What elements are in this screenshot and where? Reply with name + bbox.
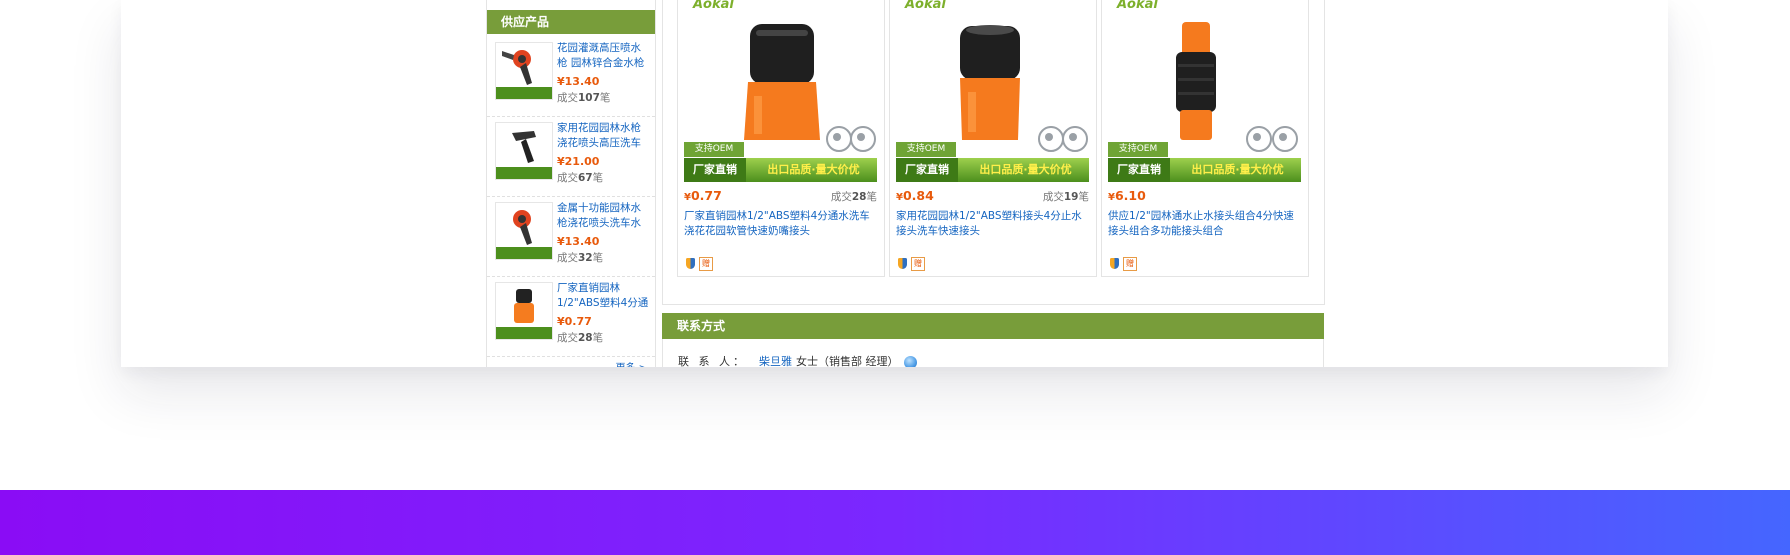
oem-tag: 支持OEM	[1108, 142, 1168, 157]
sidebar-product-deals: 成交67笔	[557, 172, 604, 184]
sidebar-product-title[interactable]: 厂家直销园林1/2"ABS塑料4分通水	[557, 281, 651, 311]
spray-gun-icon	[496, 50, 552, 99]
product-image[interactable]: Aokal 支持OEM 厂家直销 出口品质·量大价优	[896, 0, 1089, 182]
sidebar-product-price: ¥13.40	[557, 235, 600, 248]
product-deals: 成交28笔	[830, 191, 877, 203]
product-title[interactable]: 厂家直销园林1/2"ABS塑料4分通水洗车浇花花园软管快速奶嘴接头	[684, 209, 880, 239]
contact-info: 联 系 人： 柴旦雅 女士（销售部 经理）	[662, 339, 1324, 367]
product-image[interactable]: Aokal 支持OEM 厂家直销 出口品质·量大价优	[1108, 0, 1301, 182]
contact-label: 联 系 人：	[678, 355, 747, 367]
sidebar-product-title[interactable]: 金属十功能园林水枪浇花喷头洗车水	[557, 201, 651, 231]
product-grid-panel: Aokal 支持OEM 厂家直销 出口品质·量大价优 ¥0.77 成交28笔 厂…	[662, 0, 1325, 305]
more-link[interactable]: 更多 >	[615, 359, 647, 367]
oem-tag: 支持OEM	[684, 142, 744, 157]
iso-cert-icon	[826, 126, 852, 152]
trust-shield-icon	[686, 258, 695, 269]
certification-seal-icon	[1272, 126, 1298, 152]
certification-seal-icon	[850, 126, 876, 152]
oem-tag: 支持OEM	[896, 142, 956, 157]
sidebar-product-deals: 成交107笔	[557, 92, 611, 104]
sidebar-product-title[interactable]: 花园灌溉高压喷水枪 园林锌合金水枪	[557, 41, 651, 71]
product-title[interactable]: 家用花园园林1/2"ABS塑料接头4分止水接头洗车快速接头	[896, 209, 1092, 239]
gift-badge: 赠	[699, 256, 713, 271]
product-card[interactable]: Aokal 支持OEM 厂家直销 出口品质·量大价优	[1101, 0, 1309, 277]
contact-name-link[interactable]: 柴旦雅	[759, 355, 792, 367]
chat-icon[interactable]	[903, 355, 917, 367]
sidebar-product-price: ¥0.77	[557, 315, 592, 328]
sidebar-product-item[interactable]: 厂家直销园林1/2"ABS塑料4分通水 ¥0.77 成交28笔	[487, 276, 655, 357]
product-thumbnail[interactable]	[495, 202, 553, 260]
sidebar-product-price: ¥21.00	[557, 155, 600, 168]
gift-badge: 赠	[911, 256, 925, 271]
product-thumbnail[interactable]	[495, 282, 553, 340]
trust-shield-icon	[1110, 258, 1119, 269]
product-image[interactable]: Aokal 支持OEM 厂家直销 出口品质·量大价优	[684, 0, 877, 182]
product-title[interactable]: 供应1/2"园林通水止水接头组合4分快速接头组合多功能接头组合	[1108, 209, 1304, 239]
product-card[interactable]: Aokal 支持OEM 厂家直销 出口品质·量大价优	[677, 0, 885, 277]
trust-shield-icon	[898, 258, 907, 269]
spray-gun-icon	[496, 210, 552, 259]
certification-seal-icon	[1062, 126, 1088, 152]
supply-products-sidebar: 供应产品 花园灌溉高压喷水枪 园林锌合金水枪 ¥13.40 成交107笔 家用花…	[486, 0, 656, 367]
spray-gun-icon	[496, 131, 552, 179]
page-frame: 供应产品 花园灌溉高压喷水枪 园林锌合金水枪 ¥13.40 成交107笔 家用花…	[121, 0, 1668, 367]
sidebar-product-price: ¥13.40	[557, 75, 600, 88]
iso-cert-icon	[1246, 126, 1272, 152]
sidebar-product-item[interactable]: 金属十功能园林水枪浇花喷头洗车水 ¥13.40 成交32笔	[487, 196, 655, 277]
product-thumbnail[interactable]	[495, 122, 553, 180]
promo-banner: 厂家直销 出口品质·量大价优	[896, 158, 1089, 182]
iso-cert-icon	[1038, 126, 1064, 152]
product-card[interactable]: Aokal 支持OEM 厂家直销 出口品质·量大价优	[889, 0, 1097, 277]
product-price: ¥6.10	[1108, 188, 1146, 203]
gradient-footer-band	[0, 490, 1790, 555]
sidebar-title: 供应产品	[487, 10, 655, 34]
sidebar-product-deals: 成交28笔	[557, 332, 604, 344]
sidebar-product-title[interactable]: 家用花园园林水枪 浇花喷头高压洗车	[557, 121, 651, 151]
sidebar-product-item[interactable]: 家用花园园林水枪 浇花喷头高压洗车 ¥21.00 成交67笔	[487, 116, 655, 197]
product-thumbnail[interactable]	[495, 42, 553, 100]
hose-connector-icon	[496, 289, 552, 339]
gift-badge: 赠	[1123, 256, 1137, 271]
product-price: ¥0.77	[684, 188, 722, 203]
contact-role: 女士（销售部 经理）	[796, 355, 899, 367]
promo-banner: 厂家直销 出口品质·量大价优	[1108, 158, 1301, 182]
contact-section-title: 联系方式	[662, 313, 1324, 339]
sidebar-product-deals: 成交32笔	[557, 252, 604, 264]
sidebar-product-item[interactable]: 花园灌溉高压喷水枪 园林锌合金水枪 ¥13.40 成交107笔	[487, 36, 655, 117]
product-deals: 成交19笔	[1042, 191, 1089, 203]
promo-banner: 厂家直销 出口品质·量大价优	[684, 158, 877, 182]
product-price: ¥0.84	[896, 188, 934, 203]
